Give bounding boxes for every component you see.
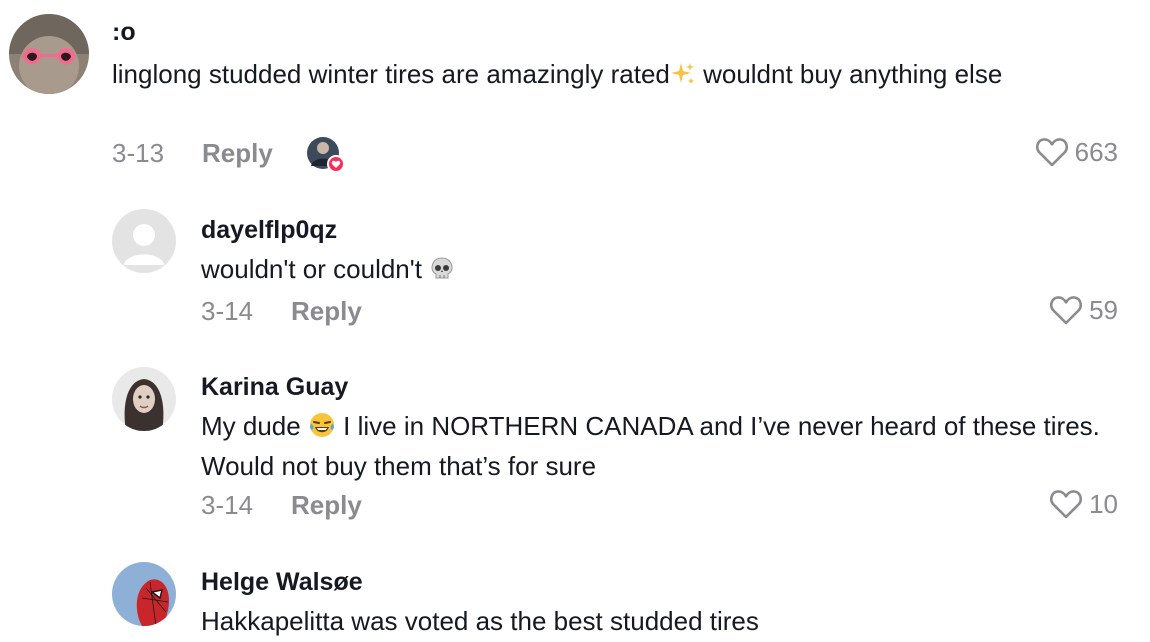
sparkles-emoji-icon <box>670 60 696 96</box>
reply-button[interactable]: Reply <box>291 490 362 521</box>
avatar[interactable] <box>112 209 176 273</box>
like-button[interactable]: 663 <box>1035 136 1118 168</box>
creator-liked-badge-icon <box>306 136 346 174</box>
like-count: 10 <box>1089 488 1118 519</box>
avatar-portrait-image <box>112 367 176 431</box>
comment-text: My dude I live in NORTHERN CANADA and I’… <box>201 408 1126 484</box>
like-button[interactable]: 10 <box>1049 488 1118 520</box>
comment-username[interactable]: Helge Walsøe <box>201 568 363 597</box>
reply-button[interactable]: Reply <box>291 296 362 327</box>
comment-username[interactable]: Karina Guay <box>201 373 348 402</box>
comment-date: 3-13 <box>112 138 165 168</box>
heart-outline-icon[interactable] <box>1049 294 1083 326</box>
comment-text-part: wouldn't or couldn't <box>201 254 430 284</box>
heart-outline-icon[interactable] <box>1035 136 1069 168</box>
avatar-cat-sunglasses-image <box>9 14 89 94</box>
avatar[interactable] <box>112 367 176 431</box>
avatar[interactable] <box>112 562 176 626</box>
comment-username[interactable]: :o <box>112 18 136 47</box>
comment-text-part: Hakkapelitta was voted as the best studd… <box>201 606 759 636</box>
comment-date: 3-14 <box>201 296 254 326</box>
comment-text-part: wouldnt buy anything else <box>695 59 1003 89</box>
heart-outline-icon[interactable] <box>1049 488 1083 520</box>
comment-text: Hakkapelitta was voted as the best studd… <box>201 603 1101 639</box>
comment-text-part: linglong studded winter tires are amazin… <box>112 59 670 89</box>
avatar-spiderman-image <box>112 562 176 626</box>
default-avatar-icon <box>112 209 176 273</box>
comment-date: 3-14 <box>201 490 254 520</box>
reply-button[interactable]: Reply <box>202 138 273 169</box>
skull-emoji-icon <box>429 255 455 291</box>
like-count: 59 <box>1089 294 1118 325</box>
comment-text: wouldn't or couldn't <box>201 251 1101 291</box>
comment-text-part: My dude <box>201 411 308 441</box>
avatar[interactable] <box>9 14 89 94</box>
like-button[interactable]: 59 <box>1049 294 1118 326</box>
joy-emoji-icon <box>308 411 336 448</box>
comment-username[interactable]: dayelflp0qz <box>201 216 337 245</box>
like-count: 663 <box>1074 136 1118 167</box>
comment-text: linglong studded winter tires are amazin… <box>112 56 1102 96</box>
